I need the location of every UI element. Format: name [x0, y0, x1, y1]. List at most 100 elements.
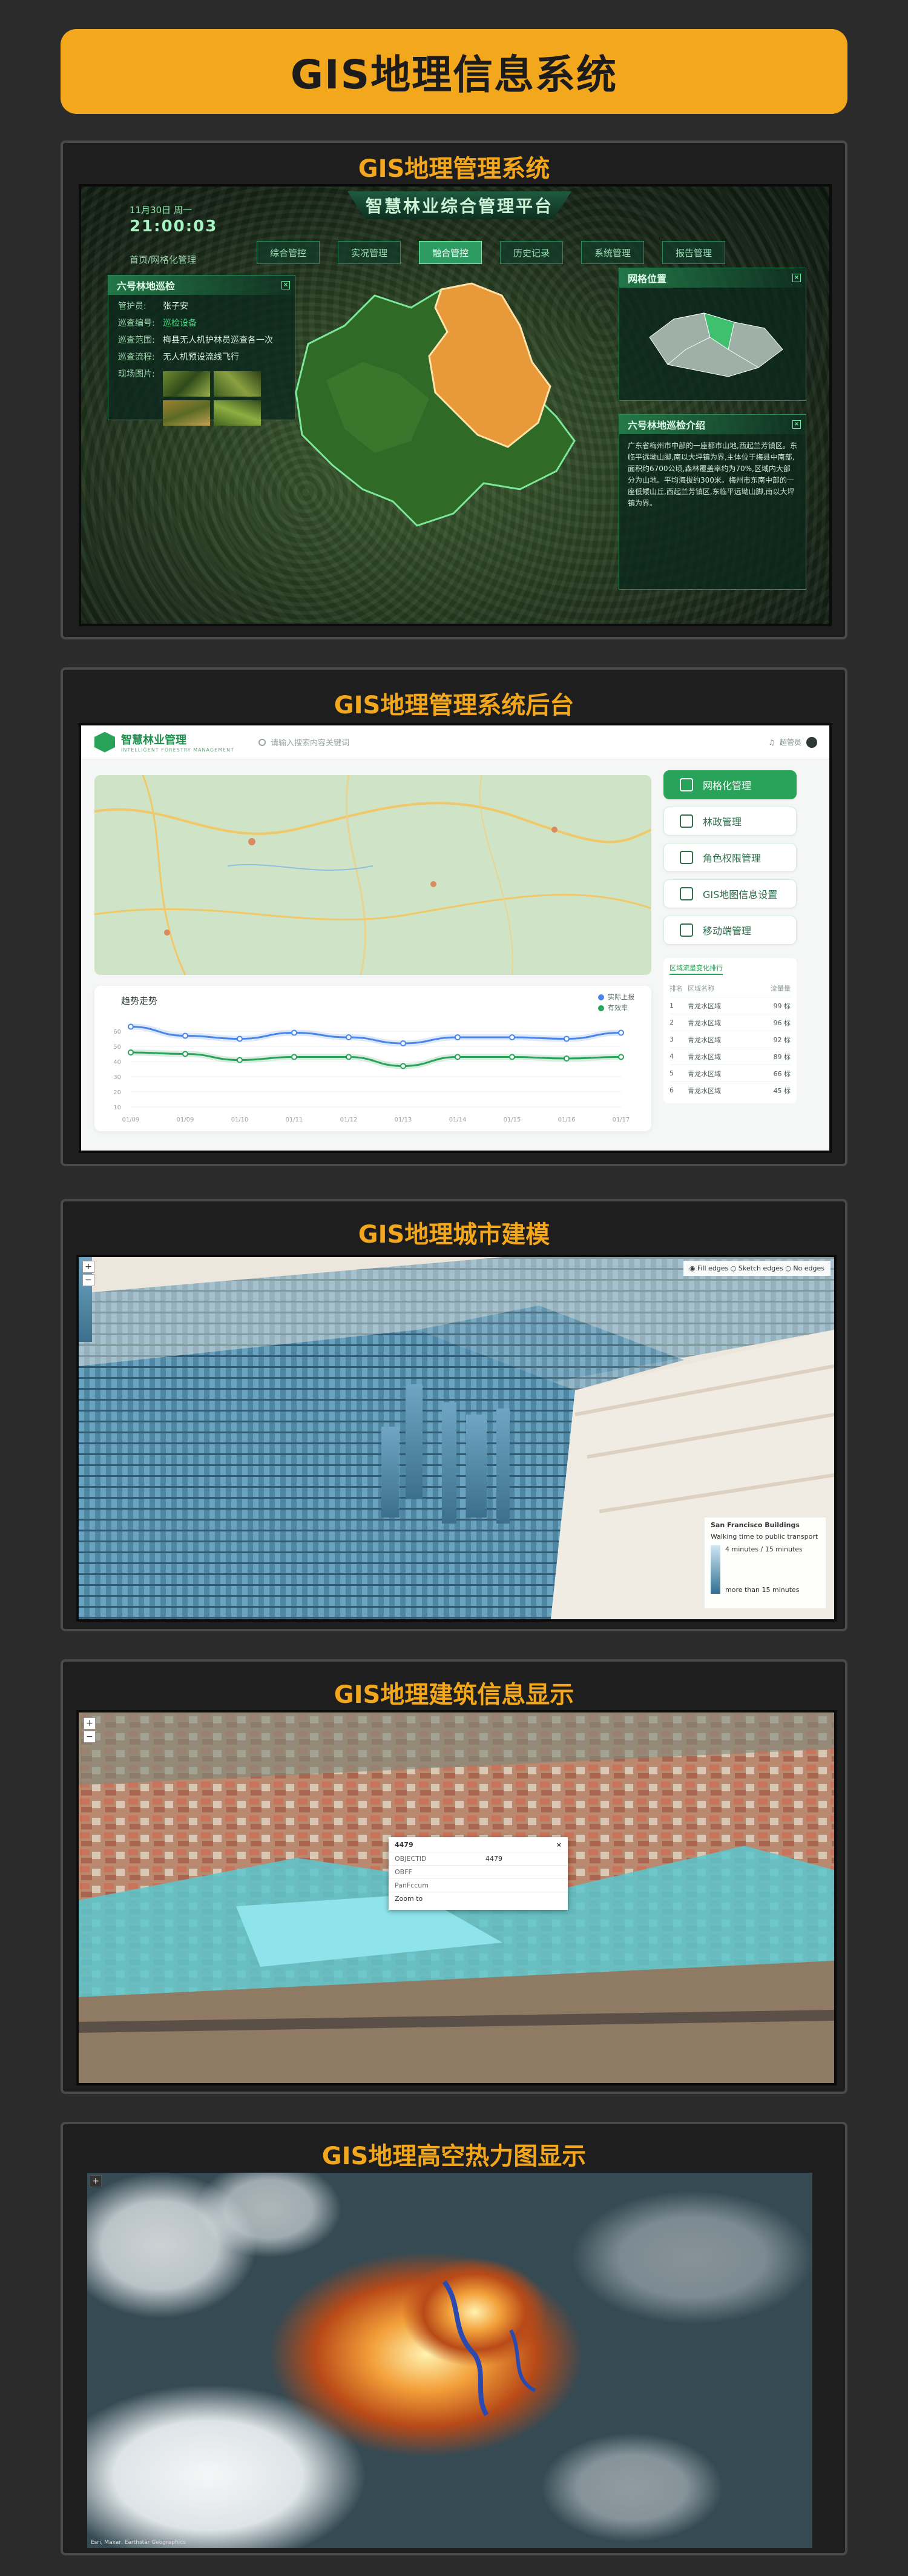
menu-item-forestry[interactable]: 林政管理 [663, 807, 797, 836]
data-point[interactable] [400, 1063, 406, 1069]
radio-fill-edges[interactable]: ◉ Fill edges [689, 1264, 729, 1272]
section-title: GIS地理高空热力图显示 [321, 2142, 587, 2170]
photo-thumbnail[interactable] [214, 371, 261, 397]
admin-topbar: 智慧林业管理 INTELLIGENT FORESTRY MANAGEMENT 请… [81, 725, 829, 759]
search-placeholder: 请输入搜索内容关键词 [270, 739, 349, 748]
table-tab[interactable]: 区域流量变化排行 [669, 963, 723, 975]
feature-popup[interactable]: 4479 × OBJECTID 4479 OBFF PanFccum Zoom t… [389, 1837, 568, 1910]
data-point[interactable] [455, 1034, 461, 1040]
mini-map[interactable] [637, 295, 789, 386]
table-row[interactable]: 1 青龙水区域 99 标 [669, 997, 791, 1014]
section-title: GIS地理管理系统后台 [334, 692, 574, 719]
date-label: 11月30日 周一 [130, 205, 192, 216]
data-point[interactable] [291, 1054, 297, 1060]
data-point[interactable] [128, 1023, 134, 1030]
trend-chart: 60504030201001/09 01/09 01/10 01/11 01/12 01/… [113, 1023, 630, 1123]
dashboard-screenshot: 智慧林业综合管理平台 11月30日 周一 21:00:03 首页/网格化管理 综… [79, 184, 832, 626]
close-icon[interactable]: × [281, 281, 290, 289]
popup-row: PanFccum [389, 1878, 568, 1892]
series-glow [130, 1049, 622, 1069]
dashboard-title: 智慧林业综合管理平台 [347, 191, 571, 219]
data-point[interactable] [182, 1032, 188, 1039]
bell-icon[interactable]: ♫ [768, 738, 775, 747]
data-point[interactable] [618, 1029, 624, 1036]
top-nav: 综合管控 实况管理 融合管控 历史记录 系统管理 报告管理 [257, 241, 725, 264]
base-map[interactable] [94, 775, 651, 975]
section-title: GIS地理城市建模 [358, 1221, 550, 1249]
info-row: 巡查范围: 梅县无人机护林员巡查各一次 [118, 335, 273, 345]
zoom-out-button[interactable]: − [84, 1731, 96, 1743]
y-tick-label: 40 [113, 1059, 121, 1066]
y-tick-label: 30 [113, 1074, 121, 1081]
edge-options: ◉ Fill edges ○ Sketch edges ○ No edges [683, 1261, 831, 1276]
search-icon [258, 738, 266, 746]
popup-row: OBFF [389, 1865, 568, 1878]
user-menu[interactable]: ♫ 超管员 [768, 736, 817, 748]
table-row[interactable]: 6 青龙水区域 45 标 [669, 1082, 791, 1098]
menu-item-grid[interactable]: 网格化管理 [663, 770, 797, 799]
nav-tab[interactable]: 历史记录 [500, 241, 563, 264]
nav-tab[interactable]: 实况管理 [338, 241, 401, 264]
region-map[interactable] [290, 271, 617, 532]
zoom-out-button[interactable]: − [82, 1274, 94, 1286]
section-card-heatmap: GIS地理高空热力图显示 + Esri, Maxar, Earthstar Ge… [61, 2122, 847, 2555]
data-point[interactable] [182, 1051, 188, 1057]
table-row[interactable]: 5 青龙水区域 66 标 [669, 1065, 791, 1082]
nav-tab[interactable]: 综合管控 [257, 241, 320, 264]
data-point[interactable] [400, 1040, 406, 1046]
table-row[interactable]: 4 青龙水区域 89 标 [669, 1048, 791, 1065]
brand-subtitle: INTELLIGENT FORESTRY MANAGEMENT [121, 747, 234, 753]
data-point[interactable] [237, 1057, 243, 1063]
data-point[interactable] [346, 1034, 352, 1040]
menu-item-mobile[interactable]: 移动端管理 [663, 916, 797, 945]
zoom-in-button[interactable]: + [90, 2175, 102, 2187]
data-point[interactable] [128, 1049, 134, 1055]
info-row: 巡查编号: 巡检设备 [118, 319, 197, 328]
x-tick-label: 01/14 [449, 1117, 467, 1123]
data-point[interactable] [564, 1055, 570, 1062]
data-point[interactable] [564, 1035, 570, 1042]
data-point[interactable] [455, 1054, 461, 1060]
x-tick-label: 01/09 [177, 1117, 194, 1123]
heatmap-scene[interactable] [87, 2173, 812, 2548]
x-tick-label: 01/16 [558, 1117, 576, 1123]
zoom-to-link[interactable]: Zoom to [389, 1892, 568, 1905]
heatmap-screenshot: + Esri, Maxar, Earthstar Geographics [87, 2173, 812, 2548]
zoom-in-button[interactable]: + [84, 1717, 96, 1729]
photo-thumbnail[interactable] [163, 400, 210, 426]
data-point[interactable] [509, 1054, 515, 1060]
close-icon[interactable]: × [556, 1841, 562, 1849]
popup-row: OBJECTID 4479 [389, 1852, 568, 1865]
nav-tab-active[interactable]: 融合管控 [419, 241, 482, 264]
table-row[interactable]: 2 青龙水区域 96 标 [669, 1014, 791, 1031]
data-point[interactable] [237, 1035, 243, 1042]
table-row[interactable]: 3 青龙水区域 92 标 [669, 1031, 791, 1048]
close-icon[interactable]: × [792, 274, 801, 282]
avatar[interactable] [806, 736, 817, 748]
close-icon[interactable]: × [792, 420, 801, 429]
data-point[interactable] [509, 1034, 515, 1040]
data-point[interactable] [346, 1054, 352, 1060]
menu-item-roles[interactable]: 角色权限管理 [663, 843, 797, 872]
trend-chart-card: 趋势走势 实际上报 有效率 60 50 40 30 20 10 01/09 01/09 01/1… [94, 986, 651, 1131]
grid-icon [680, 778, 693, 791]
panel-header: 六号林地巡检介绍 × [619, 415, 806, 434]
info-row: 管护员: 张子安 [118, 302, 188, 311]
y-tick-label: 20 [113, 1089, 121, 1096]
nav-tab[interactable]: 报告管理 [662, 241, 725, 264]
legend-max-label: more than 15 minutes [725, 1586, 800, 1594]
photo-thumbnail[interactable] [163, 371, 210, 397]
nav-tab[interactable]: 系统管理 [581, 241, 644, 264]
page-banner: GIS地理信息系统 [61, 29, 847, 114]
radio-no-edges[interactable]: ○ No edges [785, 1264, 824, 1272]
menu-item-gis[interactable]: GIS地图信息设置 [663, 879, 797, 908]
inspection-panel: 六号林地巡检 × 管护员: 张子安 巡查编号: 巡检设备 巡查范围: 梅县无人机护林员… [108, 275, 295, 426]
x-tick-label: 01/15 [504, 1117, 521, 1123]
search-input[interactable]: 请输入搜索内容关键词 [258, 736, 349, 748]
photo-thumbnail[interactable] [214, 400, 261, 426]
data-point[interactable] [618, 1054, 624, 1060]
data-point[interactable] [291, 1029, 297, 1036]
radio-sketch-edges[interactable]: ○ Sketch edges [731, 1264, 783, 1272]
panel-header: 网格位置 × [619, 268, 806, 288]
zoom-in-button[interactable]: + [82, 1261, 94, 1273]
